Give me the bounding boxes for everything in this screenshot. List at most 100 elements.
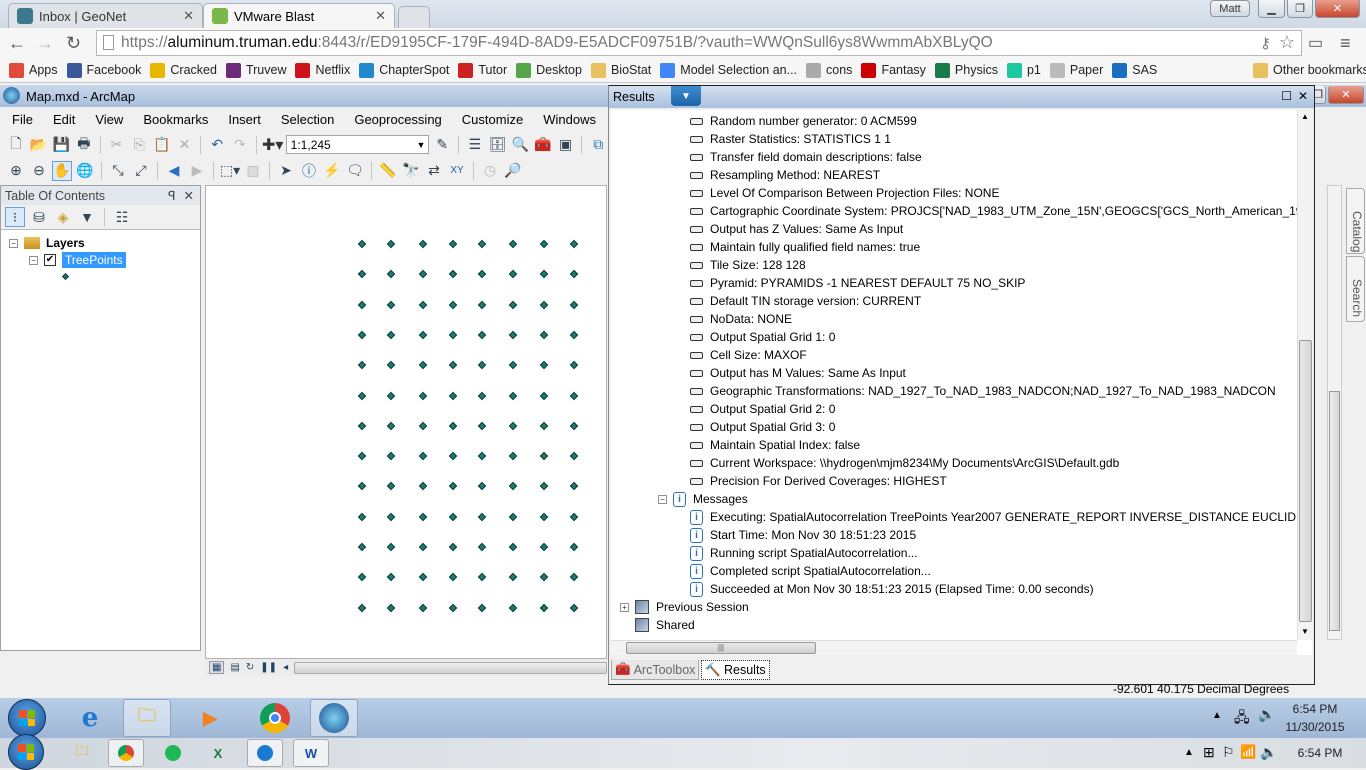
word-icon[interactable]: W [293,739,329,767]
tab-arctoolbox[interactable]: 🧰 ArcToolbox [611,660,700,680]
tree-point[interactable] [477,300,487,309]
clock[interactable]: 6:54 PM 11/30/2015 [1280,700,1350,736]
menu-view[interactable]: View [83,112,131,127]
pin-icon[interactable]: ꟼ [168,188,176,203]
tree-point[interactable] [508,451,518,461]
parameter-row[interactable]: Maintain fully qualified field names: tr… [690,238,920,256]
spotify-icon[interactable] [155,739,191,767]
catalog-window-icon[interactable]: 🗄 [488,135,508,155]
layer-visibility-checkbox[interactable]: ✔ [44,254,56,266]
tree-point[interactable] [569,360,579,370]
bookmark-biostat[interactable]: BioStat [590,62,651,78]
redo-icon[interactable]: ↷ [230,135,250,155]
tree-point[interactable] [477,391,487,400]
profile-button[interactable]: Matt [1210,0,1250,17]
tree-point[interactable] [357,542,367,552]
tree-point[interactable] [539,330,549,340]
tree-point[interactable] [386,300,396,309]
parameter-row[interactable]: Output Spatial Grid 2: 0 [690,400,835,418]
tree-point[interactable] [357,330,367,340]
tree-point[interactable] [508,603,518,612]
tree-point[interactable] [508,421,518,431]
scroll-up-icon[interactable]: ▲ [1301,112,1309,121]
bookmark-netflix[interactable]: Netflix [295,62,350,78]
address-bar[interactable]: https://aluminum.truman.edu:8443/r/ED919… [96,30,1302,56]
tree-point[interactable] [357,603,367,612]
refresh-icon[interactable]: ↻ [246,662,254,673]
bookmark-apps[interactable]: Apps [9,62,58,78]
signal-icon[interactable]: 📶 [1240,744,1256,760]
cast-icon[interactable]: ▭ [1308,33,1323,53]
parameter-row[interactable]: Output has Z Values: Same As Input [690,220,903,238]
file-explorer-icon[interactable]: 🗀 [64,739,100,767]
tree-point[interactable] [386,603,396,612]
close-icon[interactable]: ✕ [1298,89,1308,103]
tree-point[interactable] [448,512,458,521]
list-by-drawing-order-icon[interactable]: ⁝ [5,207,25,227]
parameter-row[interactable]: Transfer field domain descriptions: fals… [690,148,922,166]
media-player-icon[interactable]: ▶ [186,699,234,737]
arcmap-close-button[interactable]: ✕ [1328,86,1364,104]
scroll-down-icon[interactable]: ▼ [1301,627,1309,636]
tree-point[interactable] [386,270,396,279]
modelbuilder-icon[interactable]: ⧉ [588,135,608,155]
tree-point[interactable] [569,421,579,431]
tree-point[interactable] [357,482,367,491]
time-slider-icon[interactable]: ◷ [480,161,500,181]
parameter-row[interactable]: Current Workspace: \\hydrogen\mjm8234\My… [690,454,1119,472]
toc-layers-root[interactable]: − Layers [9,236,85,250]
tree-point[interactable] [508,512,518,521]
tree-point[interactable] [448,603,458,612]
parameter-row[interactable]: Random number generator: 0 ACM599 [690,112,917,130]
tree-point[interactable] [448,270,458,279]
tree-point[interactable] [569,512,579,521]
delete-icon[interactable]: ✕ [175,135,195,155]
options-icon[interactable]: ☷ [112,207,132,227]
tree-point[interactable] [386,360,396,370]
tree-point[interactable] [569,270,579,279]
parameter-row[interactable]: Output has M Values: Same As Input [690,364,906,382]
parameter-row[interactable]: Raster Statistics: STATISTICS 1 1 [690,130,891,148]
tree-point[interactable] [477,239,487,249]
tree-point[interactable] [418,300,428,309]
tree-point[interactable] [477,482,487,491]
tree-point[interactable] [539,391,549,400]
tree-point[interactable] [508,360,518,370]
tree-point[interactable] [357,451,367,461]
print-icon[interactable]: 🖶 [74,135,94,155]
catalog-dock-tab[interactable]: Catalog [1346,188,1365,254]
parameter-row[interactable]: Precision For Derived Coverages: HIGHEST [690,472,947,490]
paste-icon[interactable]: 📋 [152,135,172,155]
tree-point[interactable] [539,270,549,279]
editor-toolbar-icon[interactable]: ✎ [432,135,452,155]
map-scale-dropdown[interactable]: 1:1,245 ▼ [285,135,430,154]
select-elements-arrow-icon[interactable]: ➤ [276,161,296,181]
network-icon[interactable]: 🖧 [1234,707,1250,731]
tree-point[interactable] [539,300,549,309]
parameter-row[interactable]: Geographic Transformations: NAD_1927_To_… [690,382,1276,400]
full-extent-globe-icon[interactable]: 🌐 [75,161,95,181]
tree-point[interactable] [569,542,579,552]
tree-point[interactable] [569,330,579,340]
close-tab-icon[interactable]: ✕ [375,8,386,24]
tree-point[interactable] [418,421,428,431]
excel-icon[interactable]: X [200,739,236,767]
scroll-thumb[interactable]: ||| [626,642,816,654]
tree-point[interactable] [539,573,549,582]
go-to-xy-icon[interactable]: XY [447,161,467,181]
tree-point[interactable] [477,603,487,612]
map-vertical-scrollbar[interactable] [1327,185,1342,640]
dock-dropdown-icon[interactable]: ▼ [671,86,701,106]
show-hidden-icons[interactable]: ▲ [1212,710,1222,721]
bookmark-cons[interactable]: cons [806,62,852,78]
fixed-zoom-in-icon[interactable]: ⤡ [108,161,128,181]
start-button[interactable] [8,734,44,770]
tree-point[interactable] [569,391,579,400]
tree-point[interactable] [386,542,396,552]
clear-selection-icon[interactable]: ▨ [243,161,263,181]
tree-point[interactable] [448,482,458,491]
tree-point[interactable] [357,270,367,279]
tree-point[interactable] [539,482,549,491]
tree-point[interactable] [418,451,428,461]
identify-icon[interactable]: ⓘ [299,161,319,181]
